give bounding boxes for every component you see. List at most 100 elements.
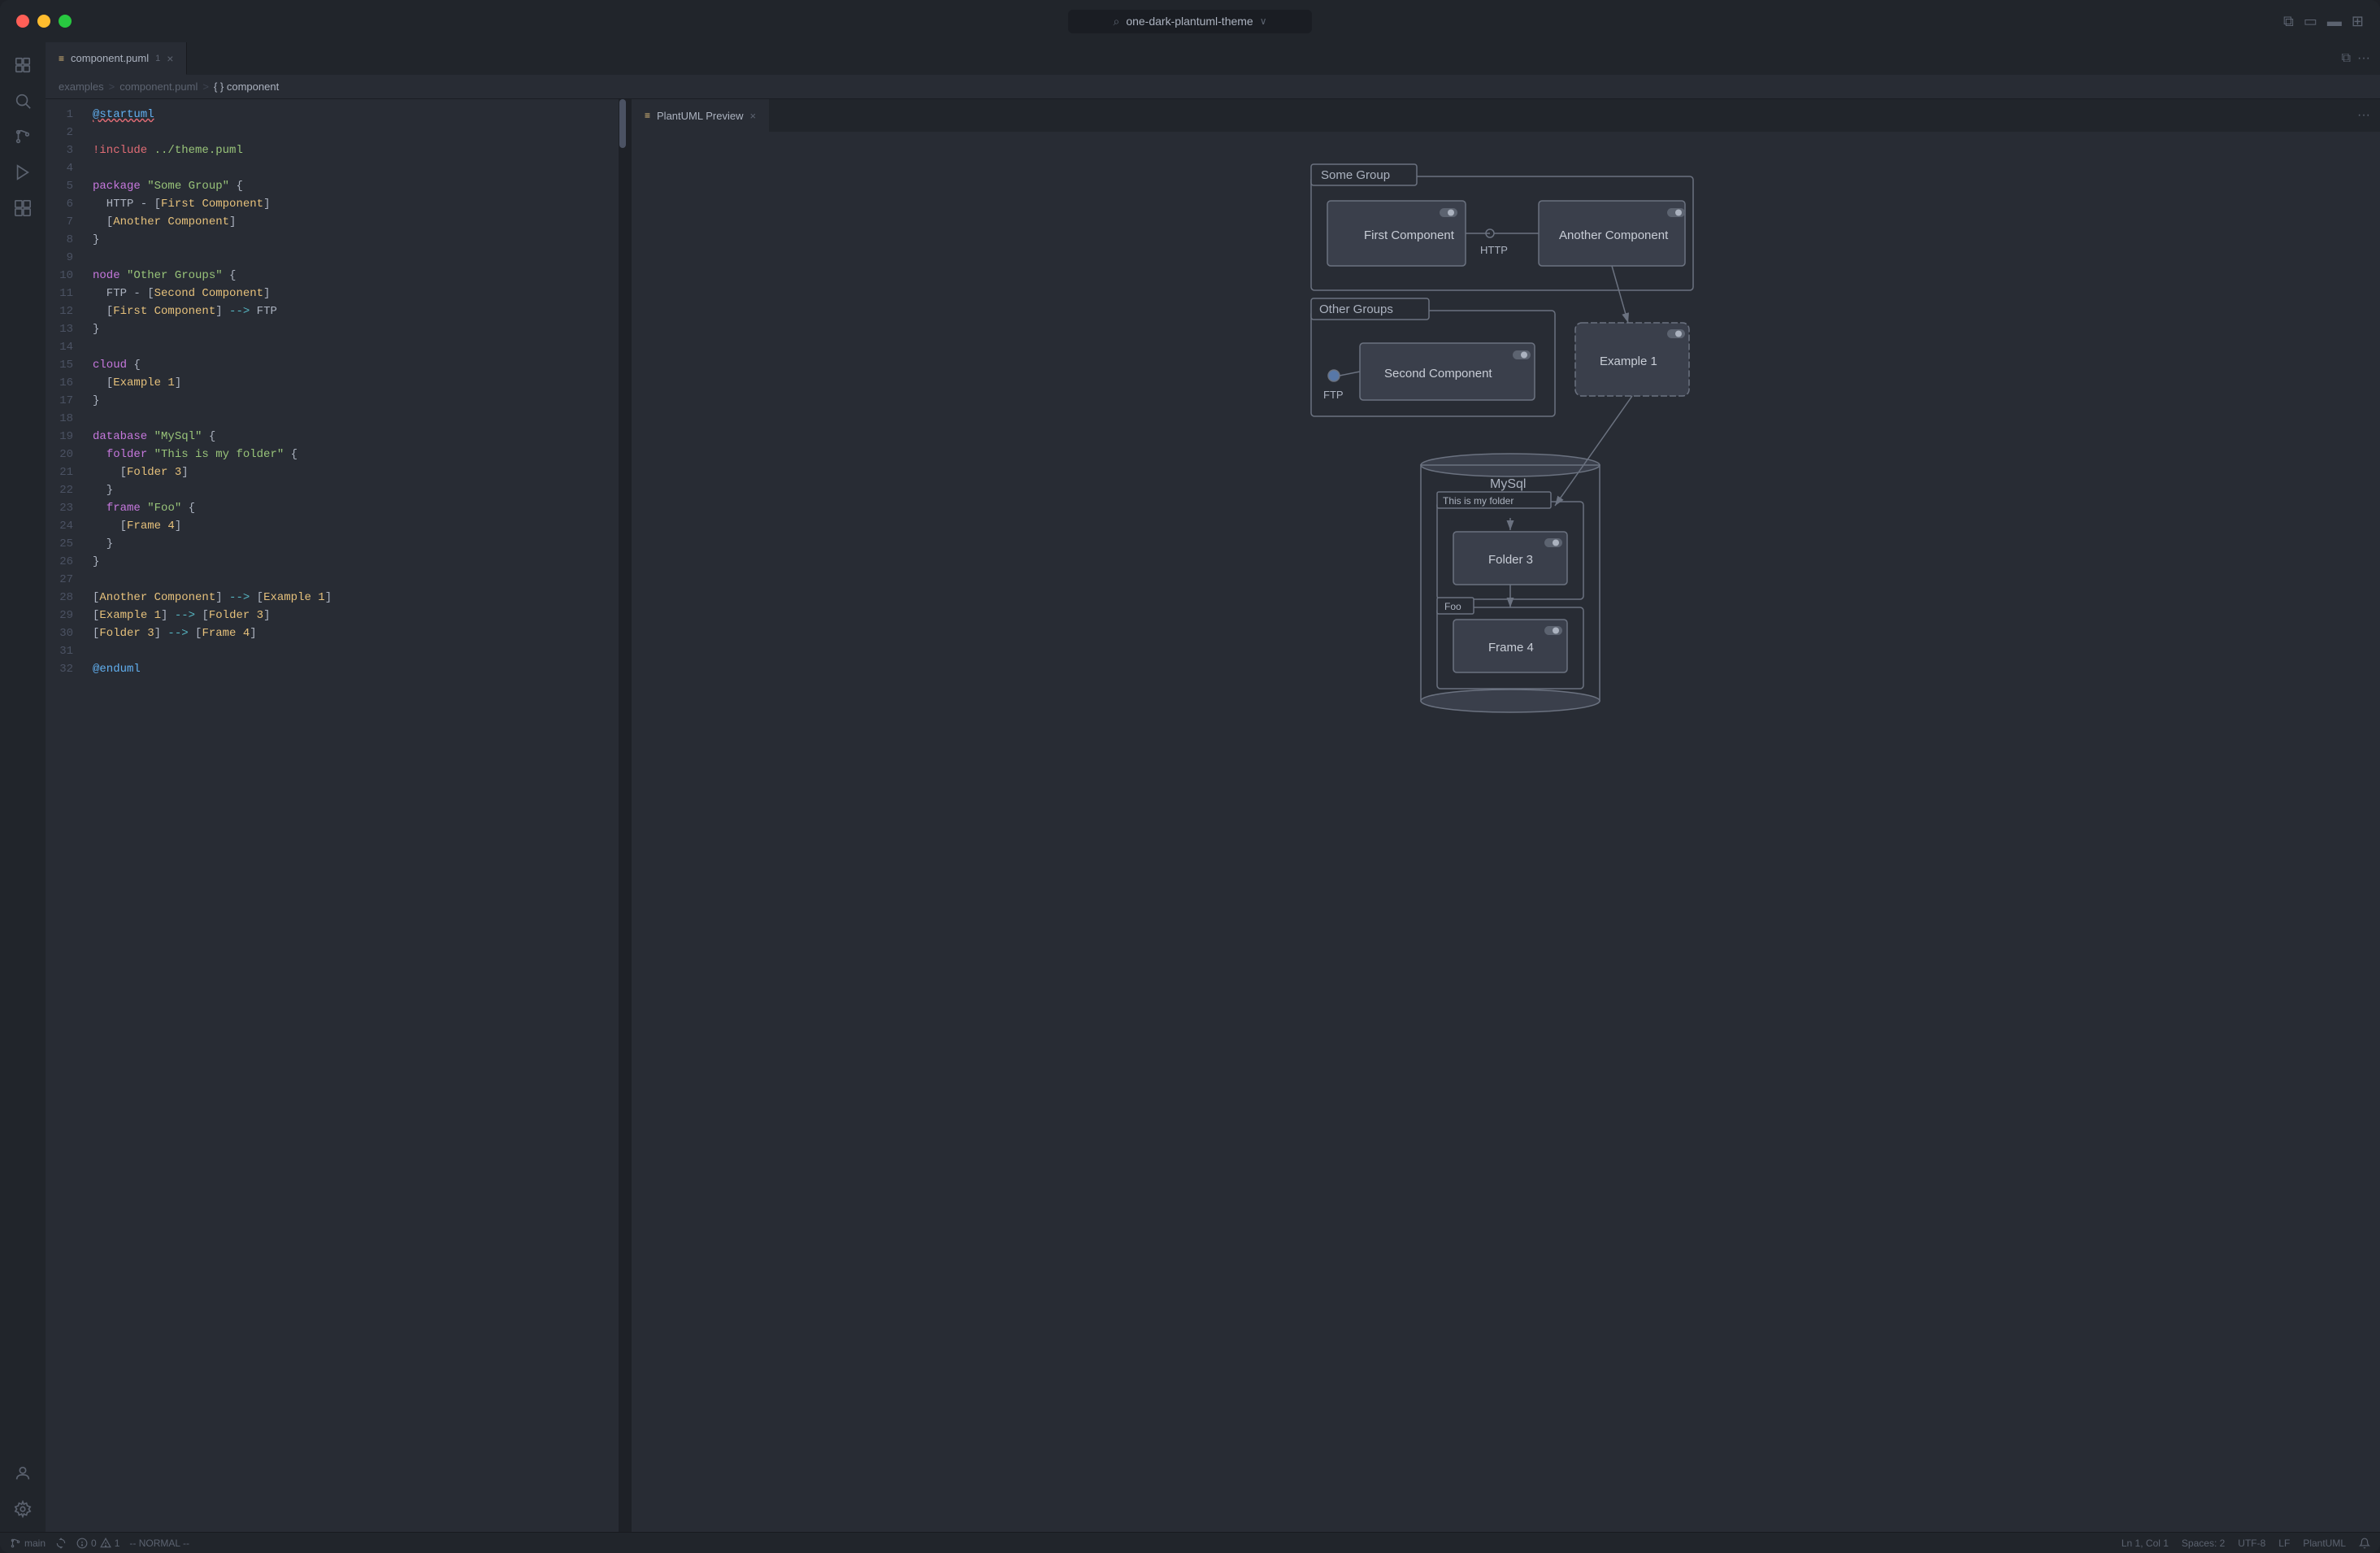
code-line-17: } (93, 392, 619, 410)
breadcrumb-examples[interactable]: examples (59, 80, 104, 93)
status-ln-col[interactable]: Ln 1, Col 1 (2122, 1538, 2169, 1549)
code-line-24: [Frame 4] (93, 517, 619, 535)
close-button[interactable] (16, 15, 29, 28)
code-line-26: } (93, 553, 619, 571)
status-mode: -- NORMAL -- (129, 1538, 189, 1549)
tab-file-icon: ≡ (59, 53, 64, 64)
preview-tab-label: PlantUML Preview (657, 110, 743, 122)
another-component-label: Another Component (1559, 228, 1669, 242)
code-line-25: } (93, 535, 619, 553)
status-eol[interactable]: LF (2278, 1538, 2290, 1549)
mysql-label: MySql (1490, 477, 1526, 491)
sidebar-item-debug[interactable] (7, 156, 39, 189)
plantuml-diagram: Some Group First Component Another Compo… (1303, 156, 1709, 725)
status-sync[interactable] (55, 1538, 67, 1549)
editor-area: ≡ component.puml 1 × ⧉ ··· examples > co… (46, 42, 2380, 1532)
status-spaces[interactable]: Spaces: 2 (2182, 1538, 2225, 1549)
status-language[interactable]: PlantUML (2303, 1538, 2346, 1549)
breadcrumb: examples > component.puml > { } componen… (46, 75, 2380, 99)
breadcrumb-file[interactable]: component.puml (119, 80, 198, 93)
split-editor-button[interactable]: ⧉ (2342, 51, 2351, 66)
minimize-button[interactable] (37, 15, 50, 28)
frame4-label: Frame 4 (1488, 641, 1534, 655)
sidebar-item-extensions[interactable] (7, 192, 39, 224)
tab-close-icon[interactable]: × (167, 52, 173, 65)
more-preview-actions[interactable]: ··· (2357, 108, 2370, 123)
sidebar-item-account[interactable] (7, 1457, 39, 1490)
first-component-label: First Component (1364, 228, 1455, 242)
activity-bar-bottom (7, 1457, 39, 1525)
code-line-28: [Another Component] --> [Example 1] (93, 589, 619, 607)
toggle-sidebar-icon[interactable]: ▬ (2327, 13, 2342, 30)
foo-label: Foo (1444, 601, 1461, 612)
status-encoding[interactable]: UTF-8 (2238, 1538, 2265, 1549)
code-line-27 (93, 571, 619, 589)
status-left: main 0 1 -- NORMAL -- (10, 1538, 189, 1549)
code-line-29: [Example 1] --> [Folder 3] (93, 607, 619, 624)
code-line-11: FTP - [Second Component] (93, 285, 619, 302)
eol-text: LF (2278, 1538, 2290, 1549)
other-groups-label: Other Groups (1319, 302, 1393, 316)
titlebar-search[interactable]: ⌕ one-dark-plantuml-theme ∨ (1068, 10, 1312, 33)
preview-panel: ≡ PlantUML Preview × ··· (632, 99, 2380, 1532)
ln-col-text: Ln 1, Col 1 (2122, 1538, 2169, 1549)
code-line-1: @startuml (93, 106, 619, 124)
tabs-bar: ≡ component.puml 1 × ⧉ ··· (46, 42, 2380, 75)
breadcrumb-symbol[interactable]: { } component (214, 80, 279, 93)
status-notifications[interactable] (2359, 1538, 2370, 1549)
maximize-button[interactable] (59, 15, 72, 28)
example1-label: Example 1 (1600, 355, 1657, 368)
code-editor[interactable]: 123 456 789 101112 131415 161718 192021 … (46, 99, 627, 1532)
scrollbar[interactable] (619, 99, 627, 1532)
code-line-21: [Folder 3] (93, 463, 619, 481)
main-layout: ≡ component.puml 1 × ⧉ ··· examples > co… (0, 42, 2380, 1532)
tab-component-puml[interactable]: ≡ component.puml 1 × (46, 42, 187, 75)
spaces-text: Spaces: 2 (2182, 1538, 2225, 1549)
code-line-7: [Another Component] (93, 213, 619, 231)
code-line-14 (93, 338, 619, 356)
editor-mode: -- NORMAL -- (129, 1538, 189, 1549)
titlebar: ⌕ one-dark-plantuml-theme ∨ ⧉ ▭ ▬ ⊞ (0, 0, 2380, 42)
tab-label: component.puml (71, 52, 149, 64)
breadcrumb-sep1: > (109, 80, 115, 93)
code-line-10: node "Other Groups" { (93, 267, 619, 285)
code-content[interactable]: @startuml !include ../theme.puml package… (86, 99, 619, 1532)
activity-bar (0, 42, 46, 1532)
code-line-6: HTTP - [First Component] (93, 195, 619, 213)
status-branch[interactable]: main (10, 1538, 46, 1549)
breadcrumb-sep2: > (202, 80, 209, 93)
chevron-down-icon: ∨ (1260, 15, 1267, 27)
code-line-8: } (93, 231, 619, 249)
encoding-text: UTF-8 (2238, 1538, 2265, 1549)
traffic-lights (16, 15, 72, 28)
language-text: PlantUML (2303, 1538, 2346, 1549)
code-line-16: [Example 1] (93, 374, 619, 392)
sidebar-item-git[interactable] (7, 120, 39, 153)
status-errors[interactable]: 0 1 (76, 1538, 119, 1549)
layout-icon[interactable]: ⊞ (2352, 13, 2364, 30)
search-icon: ⌕ (1113, 15, 1119, 28)
toggle-panel-icon[interactable]: ▭ (2304, 13, 2317, 30)
code-line-2 (93, 124, 619, 141)
preview-tab-icon: ≡ (645, 110, 650, 121)
app-window: ⌕ one-dark-plantuml-theme ∨ ⧉ ▭ ▬ ⊞ (0, 0, 2380, 1553)
sidebar-item-explorer[interactable] (7, 49, 39, 81)
titlebar-actions: ⧉ ▭ ▬ ⊞ (2283, 13, 2364, 30)
sync-icon (55, 1538, 67, 1549)
some-group-label: Some Group (1321, 168, 1390, 182)
code-line-5: package "Some Group" { (93, 177, 619, 195)
sidebar-item-settings[interactable] (7, 1493, 39, 1525)
code-line-15: cloud { (93, 356, 619, 374)
code-line-20: folder "This is my folder" { (93, 446, 619, 463)
more-actions-button[interactable]: ··· (2357, 51, 2370, 66)
sidebar-item-search[interactable] (7, 85, 39, 117)
split-editor-icon[interactable]: ⧉ (2283, 13, 2294, 30)
preview-actions: ··· (2347, 99, 2380, 132)
code-line-19: database "MySql" { (93, 428, 619, 446)
warning-count: 1 (115, 1538, 120, 1549)
preview-tab-close[interactable]: × (749, 110, 756, 122)
preview-tabs-bar: ≡ PlantUML Preview × ··· (632, 99, 2380, 132)
tab-plantuml-preview[interactable]: ≡ PlantUML Preview × (632, 99, 769, 132)
diagram-canvas[interactable]: Some Group First Component Another Compo… (632, 132, 2380, 1532)
second-component-label: Second Component (1384, 367, 1492, 381)
